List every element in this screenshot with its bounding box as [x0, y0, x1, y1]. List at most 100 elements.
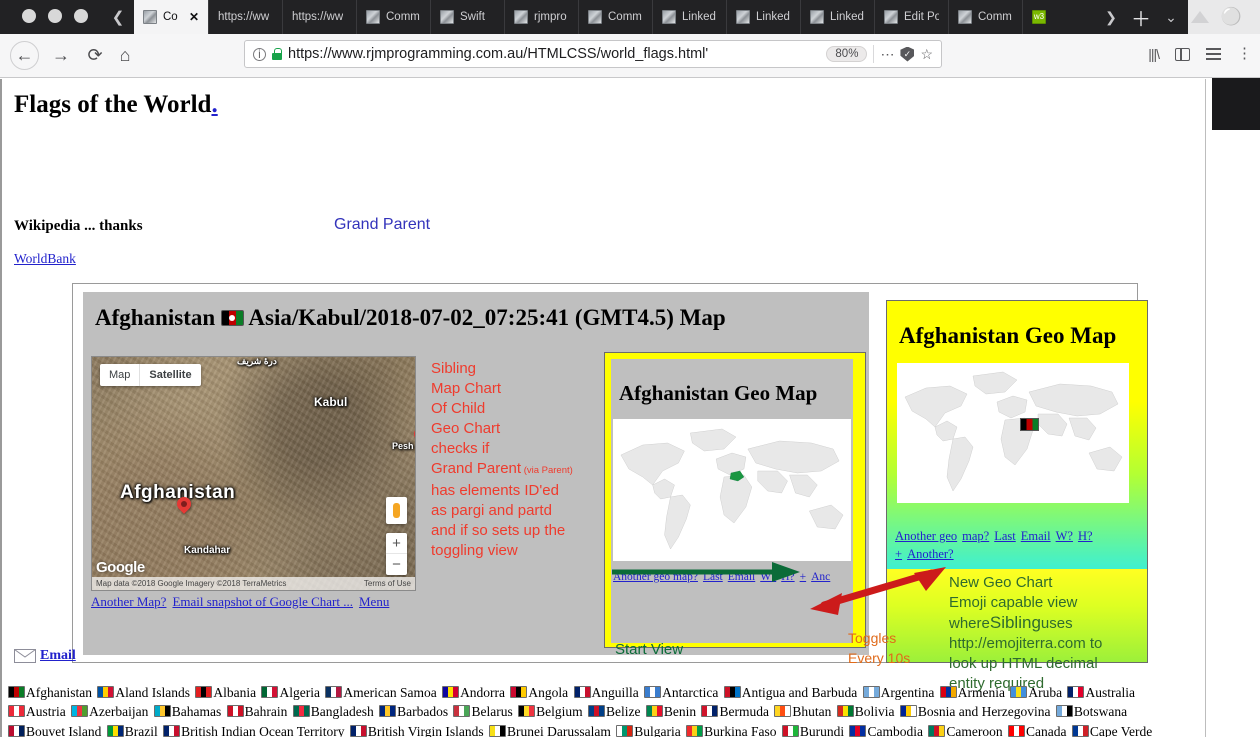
map-link-0[interactable]: Another Map?	[91, 594, 166, 609]
scroll-tabs-left-icon[interactable]: ❮	[104, 0, 132, 34]
star-icon[interactable]: ☆	[920, 46, 933, 63]
address-bar[interactable]: i https://www.rjmprogramming.com.au/HTML…	[244, 40, 942, 68]
ellipsis-icon[interactable]: ⋯	[880, 46, 894, 63]
flag-name: Belgium	[536, 704, 583, 720]
browser-tab-9[interactable]: Linked	[800, 0, 874, 34]
right-panel-note: New Geo Chart Emoji capable view whereSibl…	[949, 573, 1149, 694]
wikipedia-credit: Wikipedia ... thanks	[14, 218, 143, 234]
flag-entry: Bahrain	[226, 704, 288, 720]
close-tab-icon[interactable]: ✕	[189, 10, 199, 24]
tab-label: https://ww	[292, 11, 344, 23]
tab-label: Comm	[978, 11, 1012, 23]
flag-icon	[1010, 686, 1028, 698]
browser-tab-8[interactable]: Linked	[726, 0, 800, 34]
worldbank-link[interactable]: WorldBank	[14, 251, 76, 267]
toggles-line-0: Toggles	[848, 630, 897, 646]
browser-tab-1[interactable]: https://ww	[208, 0, 282, 34]
browser-tab-0[interactable]: Co ✕	[134, 0, 208, 34]
browser-tab-3[interactable]: Comm	[356, 0, 430, 34]
email-link[interactable]: Email	[40, 648, 76, 664]
flag-entry: British Indian Ocean Territory	[163, 724, 345, 737]
flag-entry: Australia	[1067, 685, 1135, 700]
right-geo-link-4[interactable]: W?	[1056, 529, 1073, 543]
library-icon[interactable]: |||\	[1148, 46, 1160, 62]
right-world-map[interactable]	[897, 363, 1129, 503]
browser-tab-5[interactable]: rjmpro	[504, 0, 578, 34]
grand-parent-link[interactable]: Grand Parent	[334, 216, 430, 234]
maximize-window-button[interactable]	[74, 9, 88, 23]
person-icon[interactable]: ⚪	[1221, 7, 1242, 27]
right-geo-link-1[interactable]: map?	[962, 529, 989, 543]
middle-world-map[interactable]	[613, 419, 851, 561]
close-window-button[interactable]	[22, 9, 36, 23]
flag-icon	[106, 724, 124, 737]
browser-tab-7[interactable]: Linked	[652, 0, 726, 34]
right-note-part: where	[949, 615, 990, 632]
pegman-icon[interactable]	[386, 497, 407, 524]
browser-tab-11[interactable]: Comm	[948, 0, 1022, 34]
flag-icon	[1007, 724, 1025, 737]
browser-tab-4[interactable]: Swift	[430, 0, 504, 34]
map-attribution: Map data ©2018 Google Imagery ©2018 Terr…	[92, 577, 415, 590]
google-satellite-map[interactable]: Map Satellite درهٔ شریف Kabul Pesh Afgha…	[91, 356, 416, 591]
right-note-line-4: look up HTML decimal	[949, 654, 1149, 674]
tab-label: Swift	[460, 11, 485, 23]
browser-tab-2[interactable]: https://ww	[282, 0, 356, 34]
flag-entry: American Samoa	[325, 685, 437, 700]
desktop-gutter	[1206, 78, 1260, 737]
right-geo-link-0[interactable]: Another geo	[895, 529, 957, 543]
plus-icon[interactable]: ＋	[1126, 0, 1156, 34]
browser-tab-6[interactable]: Comm	[578, 0, 652, 34]
map-type-map-button[interactable]: Map	[100, 364, 139, 386]
flag-entry: Barbados	[379, 704, 448, 719]
flag-icon	[849, 724, 867, 737]
browser-tab-12[interactable]	[1022, 0, 1096, 34]
home-button[interactable]: ⌂	[112, 42, 138, 68]
flag-name: Aruba	[1028, 685, 1063, 700]
map-heading-rest: Asia/Kabul/2018-07-02_07:25:41 (GMT4.5) …	[248, 305, 726, 330]
annotation-line-3: Geo Chart	[431, 420, 501, 437]
forward-button[interactable]: →	[48, 42, 74, 68]
sidebar-icon[interactable]	[1175, 47, 1190, 61]
annotation-line-after-2: and if so sets up the	[431, 522, 566, 539]
start-view-label: Start View	[615, 641, 684, 658]
chevron-right-icon[interactable]: ❯	[1096, 0, 1126, 34]
map-label-peshawar: Pesh	[392, 441, 414, 451]
url-text[interactable]: https://www.rjmprogramming.com.au/HTMLCS…	[288, 46, 820, 62]
map-link-2[interactable]: Menu	[359, 594, 389, 609]
map-terms-of-use-link[interactable]: Terms of Use	[364, 579, 411, 588]
browser-tab-10[interactable]: Edit Po	[874, 0, 948, 34]
flag-name: Bahrain	[244, 704, 288, 720]
page-favicon-icon	[662, 10, 676, 24]
tab-label: https://ww	[218, 11, 270, 23]
map-type-control[interactable]: Map Satellite	[100, 364, 201, 386]
map-zoom-in-button[interactable]: +	[386, 533, 407, 554]
flag-entry: Bolivia	[836, 704, 894, 719]
map-zoom-controls[interactable]: + −	[386, 533, 407, 575]
site-info-icon[interactable]: i	[253, 47, 266, 61]
minimize-window-button[interactable]	[48, 9, 62, 23]
right-geo-link-3[interactable]: Email	[1021, 529, 1051, 543]
flag-icon	[379, 705, 397, 718]
email-link-row[interactable]: Email	[14, 648, 76, 664]
tab-label: Linked	[682, 11, 716, 23]
padlock-icon[interactable]	[272, 48, 282, 60]
map-link-1[interactable]: Email snapshot of Google Chart ...	[172, 594, 353, 609]
hamburger-icon[interactable]	[1206, 48, 1221, 60]
map-type-satellite-button[interactable]: Satellite	[139, 364, 200, 386]
page-title-dot-link[interactable]: .	[211, 91, 217, 118]
shield-check-icon[interactable]	[900, 46, 915, 62]
chevron-down-icon[interactable]: ⌄	[1156, 0, 1186, 34]
reload-button[interactable]: ⟳	[82, 42, 108, 68]
right-geo-link-2[interactable]: Last	[994, 529, 1016, 543]
flag-icon	[8, 686, 25, 698]
toolbar-divider	[873, 45, 875, 63]
flag-name: Burkina Faso	[704, 723, 777, 737]
back-button[interactable]: ←	[10, 41, 39, 70]
kebab-menu-icon[interactable]: ⋮	[1237, 46, 1252, 60]
map-links-row: Another Map? Email snapshot of Google Cha…	[91, 594, 395, 610]
zoom-level-badge[interactable]: 80%	[826, 46, 868, 62]
right-geo-link-5[interactable]: H?	[1078, 529, 1093, 543]
map-zoom-out-button[interactable]: −	[386, 554, 407, 575]
flag-icon	[939, 686, 957, 698]
